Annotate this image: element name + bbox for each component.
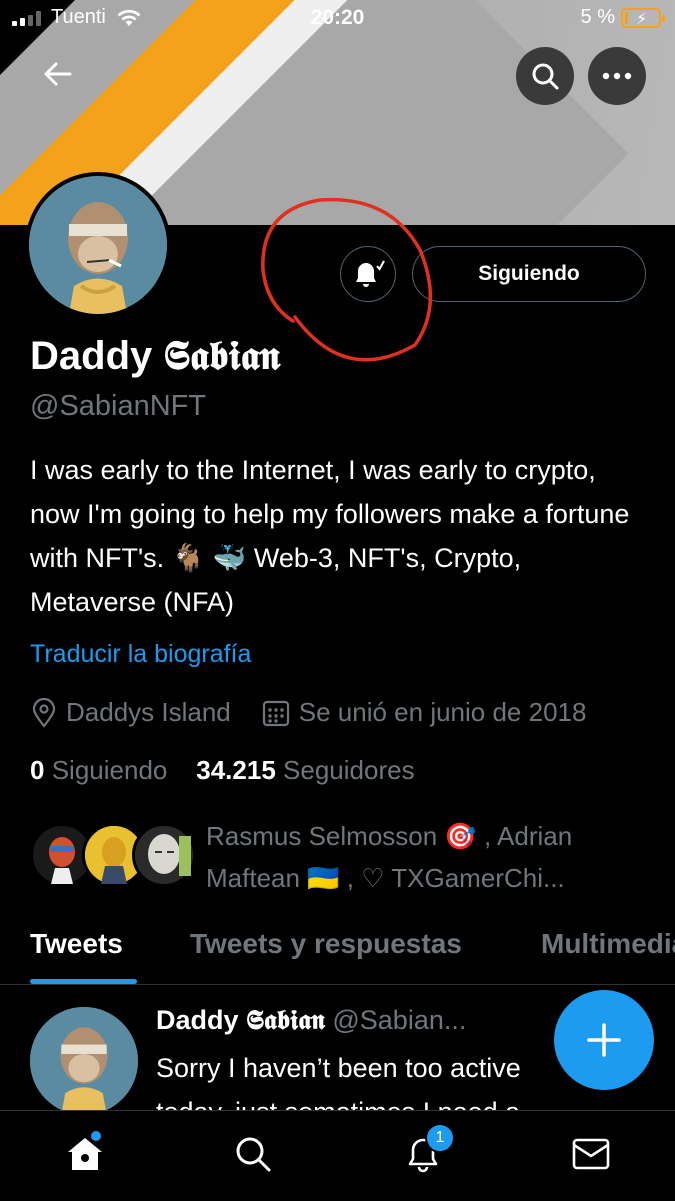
follow-stats: 0 Siguiendo 34.215 Seguidores <box>30 755 415 786</box>
battery-icon: ⚡ <box>621 7 665 28</box>
home-unread-dot <box>91 1131 101 1141</box>
followed-by-text[interactable]: Rasmus Selmosson 🎯 , Adrian Maftean 🇺🇦 ,… <box>206 815 646 899</box>
tweet-author-name[interactable]: Daddy 𝕾𝖆𝖇𝖎𝖆𝖓 <box>156 1005 325 1035</box>
nav-search[interactable] <box>223 1129 283 1179</box>
tweet-avatar[interactable] <box>30 1007 138 1115</box>
more-icon <box>602 72 632 80</box>
search-icon <box>532 63 559 90</box>
clock: 20:20 <box>310 6 365 29</box>
search-icon <box>236 1137 271 1172</box>
following-label: Siguiendo <box>51 755 168 785</box>
battery-percent: 5 % <box>580 6 615 28</box>
home-icon <box>68 1138 102 1170</box>
display-name: Daddy 𝕾𝖆𝖇𝖎𝖆𝖓 <box>30 334 281 378</box>
profile-tabs: Tweets Tweets y respuestas Multimedia <box>0 912 675 985</box>
more-button[interactable] <box>588 47 646 105</box>
notifications-badge: 1 <box>425 1123 455 1153</box>
location-text: Daddys Island <box>66 697 231 727</box>
followers-label: Seguidores <box>283 755 415 785</box>
ape-avatar-image <box>30 1007 138 1115</box>
tweet-author-handle[interactable]: @Sabian... <box>332 1005 466 1035</box>
avatar <box>132 823 196 887</box>
compose-tweet-button[interactable] <box>554 990 654 1090</box>
profile-handle: @SabianNFT <box>30 390 207 422</box>
tab-tweets[interactable]: Tweets <box>30 928 123 960</box>
tab-tweets-and-replies[interactable]: Tweets y respuestas <box>190 928 462 960</box>
profile-bio: I was early to the Internet, I was early… <box>30 455 630 617</box>
bell-check-icon <box>356 260 385 287</box>
status-bar: Tuenti 20:20 5 % ⚡ <box>0 0 675 38</box>
profile-avatar[interactable] <box>25 172 171 318</box>
followers-count: 34.215 <box>196 755 276 785</box>
plus-icon <box>587 1023 621 1057</box>
following-count: 0 <box>30 755 45 785</box>
tab-media[interactable]: Multimedia <box>541 928 675 960</box>
active-tab-indicator <box>30 979 137 984</box>
profile-meta: Daddys Island Se unió en junio de 2018 <box>30 697 586 728</box>
notifications-toggle-button[interactable] <box>340 246 396 302</box>
nav-home[interactable] <box>55 1129 115 1179</box>
messages-icon <box>572 1138 610 1170</box>
calendar-icon <box>262 700 289 726</box>
location-pin-icon <box>32 697 56 728</box>
arrow-left-icon <box>44 62 72 86</box>
bottom-navigation: 1 <box>0 1110 675 1201</box>
following-button[interactable]: Siguiendo <box>412 246 646 302</box>
ape-avatar-image <box>29 176 167 314</box>
following-link[interactable]: 0 Siguiendo <box>30 755 167 785</box>
followers-link[interactable]: 34.215 Seguidores <box>196 755 414 785</box>
translate-bio-link[interactable]: Traducir la biografía <box>30 640 251 669</box>
nav-notifications[interactable]: 1 <box>393 1123 455 1179</box>
back-button[interactable] <box>34 50 82 98</box>
tweet-text[interactable]: Sorry I haven’t been too active today, j… <box>156 1046 596 1112</box>
tweet-header: Daddy 𝕾𝖆𝖇𝖎𝖆𝖓 @Sabian... <box>156 1005 466 1037</box>
joined-date-text: Se unió en junio de 2018 <box>298 697 587 727</box>
search-button[interactable] <box>516 47 574 105</box>
nav-messages[interactable] <box>561 1129 621 1179</box>
followers-you-know-avatars[interactable] <box>30 823 196 891</box>
